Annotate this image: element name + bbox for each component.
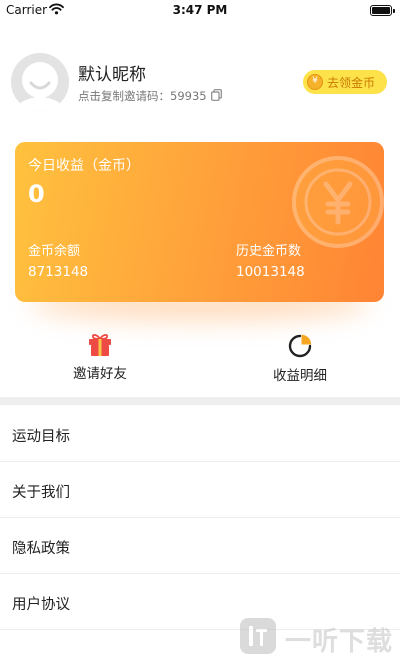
menu-item-label: 隐私政策 xyxy=(12,541,70,557)
menu-item-privacy-policy[interactable]: 隐私政策 xyxy=(0,518,400,574)
avatar[interactable] xyxy=(11,53,69,111)
status-bar: Carrier 3:47 PM xyxy=(0,0,400,22)
menu-item-label: 关于我们 xyxy=(12,485,70,501)
today-earnings-value: 0 xyxy=(28,180,45,208)
clock: 3:47 PM xyxy=(172,3,228,17)
watermark-text: 一听下载 xyxy=(285,627,394,657)
menu-item-exercise-goal[interactable]: 运动目标 xyxy=(0,406,400,462)
today-earnings-label: 今日收益（金币） xyxy=(28,158,140,174)
invite-friends-label: 邀请好友 xyxy=(73,366,127,382)
claim-coins-label: 去领金币 xyxy=(327,75,376,90)
avatar-face-icon xyxy=(11,53,69,111)
pie-chart-icon xyxy=(288,334,312,358)
nickname[interactable]: 默认昵称 xyxy=(78,60,146,85)
menu-item-about-us[interactable]: 关于我们 xyxy=(0,462,400,518)
section-divider xyxy=(0,397,400,405)
battery-icon xyxy=(370,5,395,16)
coin-watermark-icon xyxy=(292,156,384,248)
menu-item-label: 运动目标 xyxy=(12,429,70,445)
coin-icon: ¥ xyxy=(307,74,323,90)
invite-code-text[interactable]: 点击复制邀请码：59935 xyxy=(78,88,207,104)
coin-balance-value: 8713148 xyxy=(28,264,89,280)
watermark-logo-icon xyxy=(240,618,276,654)
earnings-card: 今日收益（金币） 0 金币余额 8713148 历史金币数 10013148 xyxy=(15,142,384,302)
gift-icon xyxy=(89,334,111,356)
income-details-label: 收益明细 xyxy=(273,368,327,384)
copy-icon[interactable] xyxy=(211,89,222,101)
income-details-button[interactable]: 收益明细 xyxy=(245,333,355,385)
history-coins-label: 历史金币数 xyxy=(236,244,302,259)
menu-item-label: 用户协议 xyxy=(12,597,70,613)
coin-balance-label: 金币余额 xyxy=(28,244,81,259)
history-coins-value: 10013148 xyxy=(236,264,305,280)
claim-coins-button[interactable]: ¥ 去领金币 xyxy=(303,70,387,94)
invite-friends-button[interactable]: 邀请好友 xyxy=(45,333,155,385)
watermark: 一听下载 xyxy=(240,614,400,660)
